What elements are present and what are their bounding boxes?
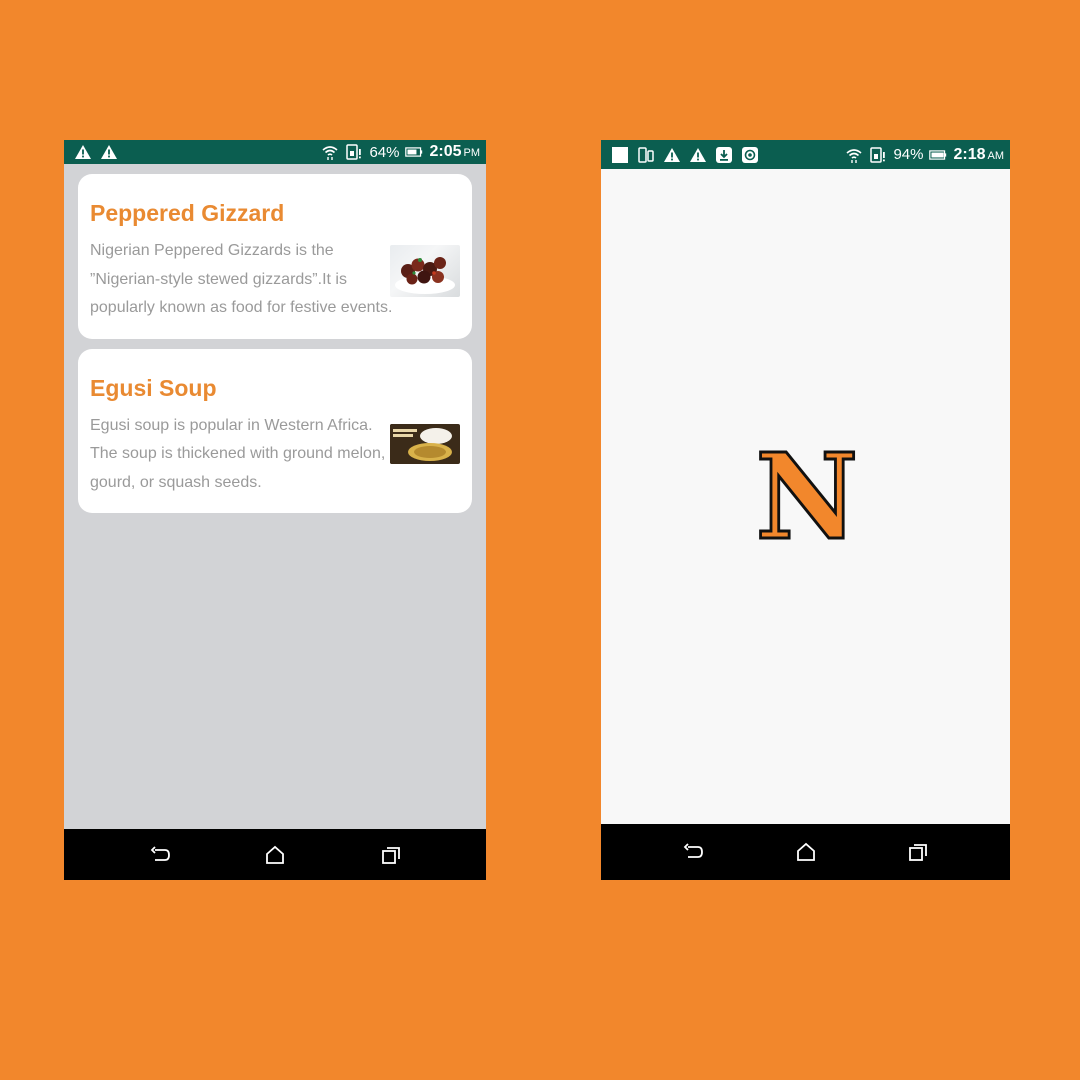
recipe-title: Peppered Gizzard: [90, 200, 285, 226]
sim-icon: [345, 143, 363, 161]
home-button[interactable]: [255, 835, 295, 875]
battery-icon: [405, 143, 423, 161]
recipe-list: Peppered Gizzard Nigerian Peppered Gizza…: [64, 164, 486, 829]
wifi-icon: [845, 146, 863, 164]
notification-square-icon: [611, 146, 629, 164]
recents-icon: [381, 846, 400, 864]
download-icon: [715, 146, 733, 164]
recents-icon: [908, 844, 927, 861]
back-button[interactable]: [673, 832, 713, 872]
battery-icon: [929, 146, 947, 164]
recipe-title: Egusi Soup: [90, 374, 217, 401]
back-icon: [683, 843, 704, 858]
home-icon: [796, 842, 815, 861]
back-icon: [150, 845, 170, 861]
battery-percent: 94%: [893, 146, 924, 163]
recipe-list-screen: 64% 2:05 PM Peppered Gizzard Nigerian Pep…: [64, 140, 486, 880]
home-button[interactable]: [786, 832, 826, 872]
status-time: 2:18 AM: [953, 145, 1004, 163]
email-icon: [741, 146, 759, 164]
recipe-card-peppered-gizzard[interactable]: Peppered Gizzard Nigerian Peppered Gizza…: [78, 174, 472, 339]
warning-icon: [100, 143, 118, 161]
splash-content: N: [601, 169, 1010, 824]
battery-percent: 64%: [369, 143, 400, 161]
navigation-bar: [601, 824, 1010, 880]
navigation-bar: [64, 829, 486, 880]
phone-rotate-icon: [637, 146, 655, 164]
status-bar: 94% 2:18 AM: [601, 140, 1010, 169]
recipe-description: Nigerian Peppered Gizzards is the ”Niger…: [90, 242, 393, 316]
recipe-description: Egusi soup is popular in Western Africa.…: [90, 416, 386, 491]
home-icon: [266, 845, 284, 864]
splash-screen: 94% 2:18 AM N: [601, 140, 1010, 880]
recipe-card-egusi-soup[interactable]: Egusi Soup Egusi soup is popular in West…: [78, 348, 472, 513]
warning-icon: [689, 146, 707, 164]
egusi-soup-photo: [390, 423, 460, 464]
recents-button[interactable]: [371, 835, 411, 875]
warning-icon: [663, 146, 681, 164]
wifi-icon: [321, 143, 339, 161]
recents-button[interactable]: [898, 832, 938, 872]
sim-icon: [869, 146, 887, 164]
status-bar: 64% 2:05 PM: [64, 140, 486, 164]
peppered-gizzard-photo: [390, 245, 460, 297]
status-time: 2:05 PM: [429, 143, 480, 160]
warning-icon: [74, 143, 92, 161]
back-button[interactable]: [140, 835, 180, 875]
app-logo: N: [754, 426, 859, 566]
